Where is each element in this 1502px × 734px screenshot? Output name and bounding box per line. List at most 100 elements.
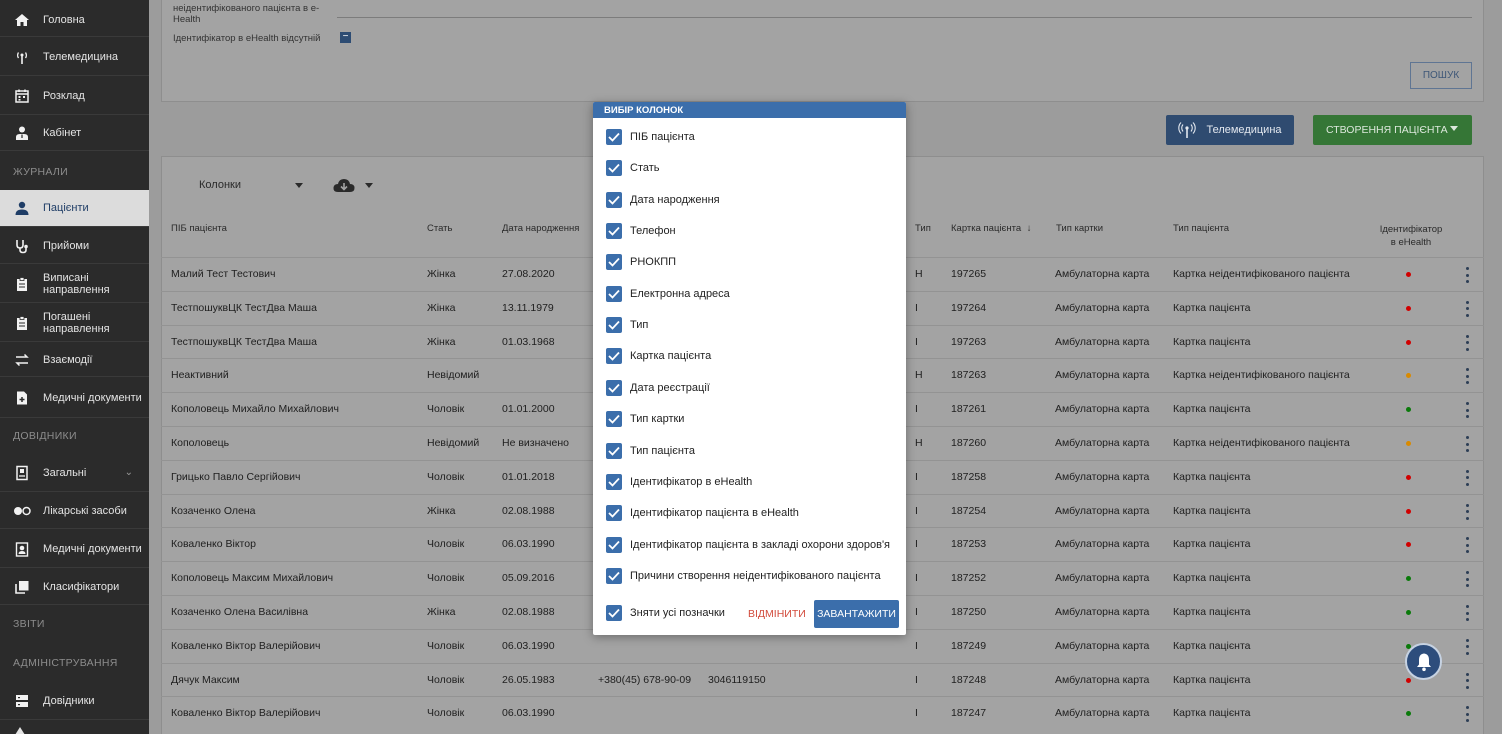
header-ehealth[interactable]: Ідентифікатор в eHealth (1378, 223, 1444, 249)
checkbox-checked[interactable] (606, 505, 622, 522)
column-option-label: РНОКПП (630, 256, 677, 269)
column-option[interactable]: Дата народження (606, 191, 720, 208)
cell-card: 187260 (951, 437, 987, 449)
sidebar-item-general[interactable]: Загальні ⌄ (0, 454, 149, 492)
columns-dropdown-label[interactable]: Колонки (199, 179, 241, 191)
cell-sex: Жінка (427, 268, 456, 280)
sidebar-item-cabinet[interactable]: Кабінет (0, 116, 149, 151)
sidebar-item-patients[interactable]: Пацієнти (0, 190, 149, 227)
column-option[interactable]: Ідентифікатор пацієнта в eHealth (606, 505, 799, 522)
more-vert-icon[interactable] (1466, 402, 1469, 419)
header-dob[interactable]: Дата народження (502, 223, 579, 234)
more-vert-icon[interactable] (1466, 537, 1469, 554)
cell-sex: Невідомий (427, 437, 480, 449)
table-row[interactable]: Дячук Максим Чоловік 26.05.1983 +380(45) 67… (161, 662, 1484, 697)
header-patient-type[interactable]: Тип пацієнта (1173, 223, 1229, 234)
checkbox-checked[interactable] (606, 442, 622, 459)
header-card-type[interactable]: Тип картки (1056, 223, 1103, 234)
column-option[interactable]: Стать (606, 160, 660, 177)
more-vert-icon[interactable] (1466, 334, 1469, 351)
sidebar-item-appointments[interactable]: Прийоми (0, 228, 149, 264)
more-vert-icon[interactable] (1466, 503, 1469, 520)
create-patient-button[interactable]: СТВОРЕННЯ ПАЦІЄНТА (1313, 115, 1472, 145)
cell-card: 197264 (951, 301, 987, 314)
cell-card-type: Амбулаторна карта (1055, 504, 1150, 517)
more-vert-icon[interactable] (1466, 706, 1469, 723)
column-option[interactable]: Ідентифікатор в eHealth (606, 473, 752, 490)
more-vert-icon[interactable] (1466, 368, 1469, 385)
more-vert-icon[interactable] (1466, 571, 1469, 588)
column-option[interactable]: Тип (606, 317, 648, 334)
column-option[interactable]: РНОКПП (606, 254, 677, 271)
more-vert-icon[interactable] (1466, 300, 1469, 317)
checkbox-checked[interactable] (606, 348, 622, 365)
checkbox-checked[interactable] (606, 223, 622, 240)
more-vert-icon[interactable] (1466, 267, 1469, 283)
checkbox-checked[interactable] (606, 254, 622, 271)
cell-type: І (915, 639, 918, 652)
sidebar-item-classifiers[interactable]: Класифікатори (0, 569, 149, 605)
sidebar-item-schedule[interactable]: Розклад (0, 77, 149, 115)
checkbox-checked[interactable] (606, 160, 622, 177)
checkbox-checked[interactable] (606, 605, 622, 621)
sidebar-item-drugs[interactable]: Лікарські засоби (0, 493, 149, 529)
header-type[interactable]: Тип (915, 223, 931, 234)
calendar-icon (13, 87, 31, 105)
sidebar-item-issued-referrals[interactable]: Виписані направлення (0, 265, 149, 303)
sidebar-item-home[interactable]: Головна (0, 3, 149, 37)
sidebar-item-telemedicine[interactable]: Телемедицина (0, 38, 149, 76)
column-option[interactable]: Дата реєстрації (606, 379, 710, 396)
sidebar-item-medical-docs-ref[interactable]: Медичні документи (0, 530, 149, 568)
ehealth-missing-checkbox[interactable]: − (340, 32, 351, 43)
checkbox-checked[interactable] (606, 536, 622, 553)
sidebar-item-label: Медичні документи (43, 391, 142, 404)
more-vert-icon[interactable] (1466, 436, 1469, 452)
checkbox-checked[interactable] (606, 317, 622, 334)
sort-arrow-icon[interactable]: ↓ (1027, 223, 1032, 234)
more-vert-icon[interactable] (1466, 672, 1469, 689)
header-sex[interactable]: Стать (427, 223, 452, 234)
search-button[interactable]: ПОШУК (1410, 62, 1472, 89)
header-name[interactable]: ПІБ пацієнта (171, 223, 227, 234)
export-caret-icon[interactable] (365, 183, 373, 188)
sidebar-item-admin-references[interactable]: Довідники (0, 682, 149, 720)
more-vert-icon[interactable] (1466, 638, 1469, 655)
more-vert-icon[interactable] (1466, 469, 1469, 486)
dialog-title: ВИБІР КОЛОНОК (593, 102, 906, 118)
checkbox-checked[interactable] (606, 567, 622, 584)
sidebar-item-redeemed-referrals[interactable]: Погашені направлення (0, 304, 149, 342)
sidebar-item-interactions[interactable]: Взаємодії (0, 343, 149, 377)
header-card[interactable]: Картка пацієнта ↓ (951, 223, 1032, 234)
column-option[interactable]: Тип пацієнта (606, 442, 695, 459)
column-option[interactable]: Тип картки (606, 411, 684, 428)
more-vert-icon[interactable] (1466, 605, 1469, 621)
load-button[interactable]: ЗАВАНТАЖИТИ (814, 600, 899, 628)
telemedicine-button[interactable]: Телемедицина (1166, 115, 1294, 145)
column-option[interactable]: Ідентифікатор пацієнта в закладі охорони… (606, 536, 890, 553)
columns-caret-icon[interactable] (295, 183, 303, 188)
checkbox-checked[interactable] (606, 129, 622, 145)
checkbox-checked[interactable] (606, 473, 622, 490)
notification-bell-button[interactable] (1405, 643, 1442, 680)
column-option[interactable]: Телефон (606, 223, 676, 240)
cloud-download-icon[interactable] (333, 178, 355, 196)
caret-down-icon[interactable] (1450, 126, 1458, 131)
chevron-down-icon[interactable]: ⌄ (125, 467, 133, 478)
column-option-label: Картка пацієнта (630, 350, 712, 363)
cell-card: 187254 (951, 504, 987, 517)
sidebar-item-medical-docs[interactable]: Медичні документи (0, 378, 149, 418)
checkbox-checked[interactable] (606, 411, 622, 428)
clear-all-option[interactable]: Зняти усі позначки (606, 605, 725, 621)
column-option[interactable]: Картка пацієнта (606, 348, 712, 365)
checkbox-checked[interactable] (606, 191, 622, 208)
cell-card-type: Амбулаторна карта (1055, 437, 1150, 449)
cancel-button[interactable]: ВІДМІНИТИ (748, 608, 806, 620)
section-journals: ЖУРНАЛИ (13, 166, 68, 178)
column-option[interactable]: Причини створення неідентифікованого пац… (606, 567, 881, 584)
cell-type: І (915, 504, 918, 517)
table-row[interactable]: Коваленко Віктор Валерійович Чоловік 06.03… (161, 696, 1484, 730)
checkbox-checked[interactable] (606, 285, 622, 302)
column-option[interactable]: Електронна адреса (606, 285, 730, 302)
column-option[interactable]: ПІБ пацієнта (606, 129, 695, 145)
checkbox-checked[interactable] (606, 379, 622, 396)
